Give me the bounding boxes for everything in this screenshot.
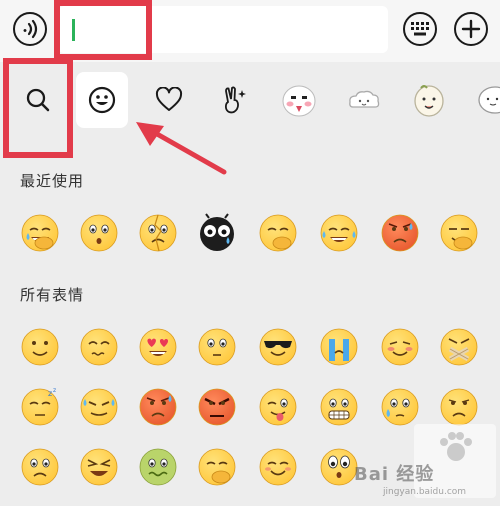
tired-emoji[interactable] bbox=[79, 447, 119, 487]
tab-sticker-4[interactable] bbox=[466, 72, 500, 128]
sleepy-emoji[interactable]: zz bbox=[20, 387, 60, 427]
crying-bars-emoji[interactable] bbox=[319, 327, 359, 367]
furious-emoji-icon bbox=[198, 388, 236, 426]
keyboard-toggle-button[interactable] bbox=[403, 12, 437, 46]
laugh-tears-emoji-icon bbox=[320, 214, 358, 252]
bug-eyed-black-emoji[interactable] bbox=[197, 213, 237, 253]
plus-icon bbox=[461, 19, 481, 39]
grimace-sweat-emoji-icon bbox=[80, 388, 118, 426]
sticker-partial-icon bbox=[478, 86, 500, 114]
muted-x-emoji[interactable] bbox=[439, 327, 479, 367]
svg-text:z: z bbox=[48, 389, 52, 398]
happy-emoji[interactable] bbox=[258, 447, 298, 487]
sad-emoji[interactable] bbox=[439, 387, 479, 427]
furious-emoji[interactable] bbox=[197, 387, 237, 427]
frown-emoji[interactable] bbox=[20, 447, 60, 487]
heart-eyes-emoji-icon bbox=[139, 328, 177, 366]
tab-sticker-3[interactable] bbox=[403, 72, 455, 128]
smirk-hand-emoji-icon bbox=[259, 214, 297, 252]
crying-bars-emoji-icon bbox=[320, 328, 358, 366]
bug-eyes-emoji[interactable] bbox=[319, 447, 359, 487]
voice-icon bbox=[23, 19, 38, 39]
sticker-cute-face-icon bbox=[282, 85, 316, 117]
laugh-tears-emoji[interactable] bbox=[319, 213, 359, 253]
section-title-recent: 最近使用 bbox=[20, 172, 85, 190]
giggle-hand-emoji[interactable] bbox=[197, 447, 237, 487]
angry-sweat-emoji-icon bbox=[139, 388, 177, 426]
tab-sticker-2[interactable] bbox=[338, 72, 390, 128]
keyboard-icon bbox=[411, 22, 429, 36]
victory-hand-sticker-icon bbox=[224, 86, 246, 114]
blushing-emoji[interactable] bbox=[380, 327, 420, 367]
watermark-brand: Bai 经验 bbox=[354, 464, 435, 485]
blushing-emoji-icon bbox=[381, 328, 419, 366]
scared-emoji[interactable] bbox=[79, 213, 119, 253]
annotation-box-input bbox=[54, 0, 152, 60]
paw-logo-icon bbox=[440, 432, 472, 461]
smug-hand-emoji[interactable] bbox=[439, 213, 479, 253]
happy-emoji-icon bbox=[259, 448, 297, 486]
tongue-wink-emoji-icon bbox=[259, 388, 297, 426]
sick-emoji-icon bbox=[139, 448, 177, 486]
sad-emoji-icon bbox=[440, 388, 478, 426]
facepalm-emoji-icon bbox=[21, 214, 59, 252]
grin-teeth-emoji[interactable] bbox=[319, 387, 359, 427]
voice-input-button[interactable] bbox=[13, 12, 47, 46]
sticker-cartoon-icon bbox=[414, 85, 444, 117]
shocked-emoji[interactable] bbox=[197, 327, 237, 367]
muted-x-emoji-icon bbox=[440, 328, 478, 366]
tab-sticker-1[interactable] bbox=[273, 72, 325, 128]
bug-eyes-emoji-icon bbox=[320, 448, 358, 486]
worried-emoji[interactable] bbox=[79, 327, 119, 367]
shocked-emoji-icon bbox=[198, 328, 236, 366]
section-title-all: 所有表情 bbox=[20, 286, 85, 304]
more-functions-button[interactable] bbox=[454, 12, 488, 46]
bug-eyed-black-emoji-icon bbox=[200, 213, 234, 251]
angry-red-emoji-icon bbox=[381, 214, 419, 252]
scared-emoji-icon bbox=[80, 214, 118, 252]
facepalm-emoji[interactable] bbox=[20, 213, 60, 253]
sunglasses-emoji[interactable] bbox=[258, 327, 298, 367]
tongue-wink-emoji[interactable] bbox=[258, 387, 298, 427]
emoji-keyboard-screen: 最近使用 所有表情 zz Bai 经验 jingyan.baidu.com bbox=[0, 0, 500, 506]
smiley-icon bbox=[88, 86, 116, 114]
frown-emoji-icon bbox=[21, 448, 59, 486]
side-eye-emoji[interactable] bbox=[380, 387, 420, 427]
smirk-hand-emoji[interactable] bbox=[258, 213, 298, 253]
annotation-box-search bbox=[3, 58, 73, 158]
grin-teeth-emoji-icon bbox=[320, 388, 358, 426]
heart-icon bbox=[155, 87, 183, 111]
smile-emoji[interactable] bbox=[20, 327, 60, 367]
giggle-hand-emoji-icon bbox=[198, 448, 236, 486]
sleepy-emoji-icon: zz bbox=[21, 387, 59, 426]
annotation-arrow-icon bbox=[136, 122, 227, 175]
sick-emoji[interactable] bbox=[138, 447, 178, 487]
svg-text:z: z bbox=[53, 387, 56, 394]
grimace-sweat-emoji[interactable] bbox=[79, 387, 119, 427]
broken-emoji-icon bbox=[139, 214, 177, 252]
tired-emoji-icon bbox=[80, 448, 118, 486]
sunglasses-emoji-icon bbox=[259, 328, 297, 366]
smug-hand-emoji-icon bbox=[440, 214, 478, 252]
side-eye-emoji-icon bbox=[381, 388, 419, 426]
heart-eyes-emoji[interactable] bbox=[138, 327, 178, 367]
emoji-category-tabs bbox=[0, 70, 500, 132]
angry-red-emoji[interactable] bbox=[380, 213, 420, 253]
tab-emoji[interactable] bbox=[76, 72, 128, 128]
worried-emoji-icon bbox=[80, 328, 118, 366]
watermark-url: jingyan.baidu.com bbox=[383, 487, 467, 497]
angry-sweat-emoji[interactable] bbox=[138, 387, 178, 427]
smile-emoji-icon bbox=[21, 328, 59, 366]
sticker-cloud-face-icon bbox=[349, 90, 380, 108]
broken-emoji[interactable] bbox=[138, 213, 178, 253]
